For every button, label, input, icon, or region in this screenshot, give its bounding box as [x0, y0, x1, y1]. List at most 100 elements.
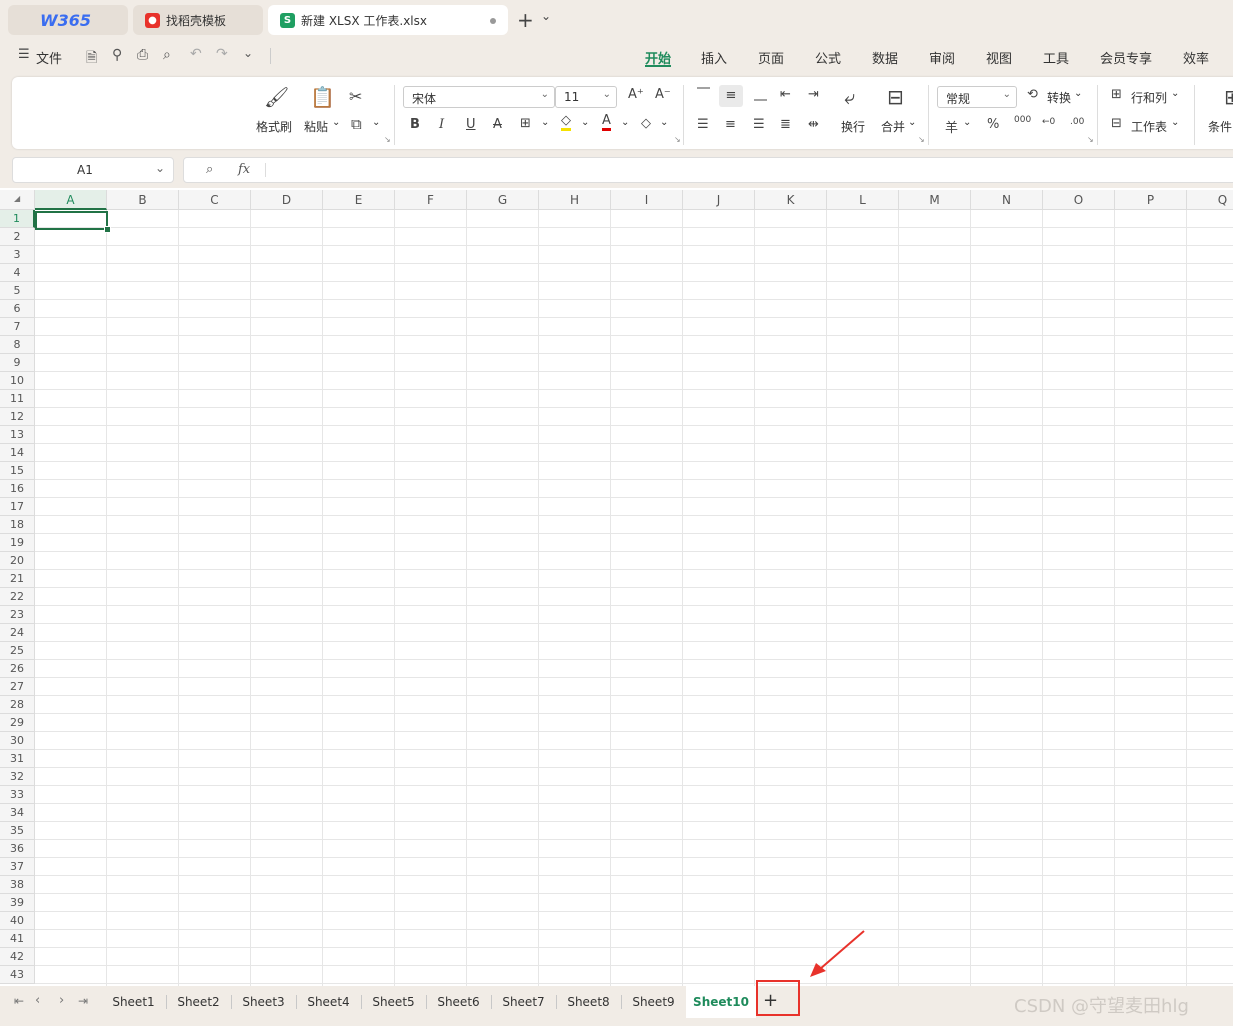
- number-format-select[interactable]: 常规 ⌄: [937, 86, 1017, 108]
- row-header[interactable]: 30: [0, 732, 35, 750]
- worksheet-caret-icon[interactable]: ⌄: [1171, 117, 1179, 128]
- sheet-tab-sheet8[interactable]: Sheet8: [556, 986, 621, 1018]
- column-header[interactable]: G: [467, 190, 539, 210]
- row-header[interactable]: 34: [0, 804, 35, 822]
- sheet-tab-sheet5[interactable]: Sheet5: [361, 986, 426, 1018]
- column-header[interactable]: D: [251, 190, 323, 210]
- clear-caret-icon[interactable]: ⌄: [660, 117, 668, 128]
- row-header[interactable]: 38: [0, 876, 35, 894]
- column-header[interactable]: M: [899, 190, 971, 210]
- column-header[interactable]: J: [683, 190, 755, 210]
- row-header[interactable]: 25: [0, 642, 35, 660]
- decrease-font-button[interactable]: A⁻: [655, 87, 671, 102]
- font-color-icon[interactable]: A: [602, 114, 611, 131]
- formula-input[interactable]: [274, 162, 1233, 178]
- distribute-icon[interactable]: ⇹: [808, 117, 819, 132]
- paste-caret-icon[interactable]: ⌄: [332, 117, 340, 128]
- decrease-indent-icon[interactable]: ⇤: [780, 87, 791, 102]
- align-center-icon[interactable]: ≡: [725, 117, 736, 132]
- row-header[interactable]: 39: [0, 894, 35, 912]
- row-header[interactable]: 17: [0, 498, 35, 516]
- column-header[interactable]: F: [395, 190, 467, 210]
- active-cell-selection[interactable]: [35, 211, 108, 230]
- column-header[interactable]: C: [179, 190, 251, 210]
- rows-cols-icon[interactable]: ⊞: [1111, 87, 1122, 102]
- tab-tools[interactable]: 工具: [1043, 48, 1069, 67]
- row-header[interactable]: 5: [0, 282, 35, 300]
- new-tab-caret-icon[interactable]: ⌄: [541, 9, 551, 23]
- row-header[interactable]: 8: [0, 336, 35, 354]
- row-header[interactable]: 20: [0, 552, 35, 570]
- sheet-tab-sheet6[interactable]: Sheet6: [426, 986, 491, 1018]
- column-header[interactable]: H: [539, 190, 611, 210]
- fill-caret-icon[interactable]: ⌄: [581, 117, 589, 128]
- sheet-tab-sheet10[interactable]: Sheet10: [686, 986, 756, 1018]
- cut-icon[interactable]: ✂: [349, 87, 362, 106]
- print-preview-icon[interactable]: ⌕: [163, 47, 171, 63]
- fx-button[interactable]: fx: [238, 162, 250, 177]
- fill-handle[interactable]: [104, 226, 111, 233]
- row-header[interactable]: 3: [0, 246, 35, 264]
- row-header[interactable]: 18: [0, 516, 35, 534]
- row-header[interactable]: 7: [0, 318, 35, 336]
- tab-page[interactable]: 页面: [758, 48, 784, 67]
- sheet-tab-sheet4[interactable]: Sheet4: [296, 986, 361, 1018]
- thousands-button[interactable]: 000: [1014, 115, 1031, 125]
- sheet-tab-sheet7[interactable]: Sheet7: [491, 986, 556, 1018]
- font-expand-icon[interactable]: ↘: [674, 135, 681, 144]
- row-header[interactable]: 35: [0, 822, 35, 840]
- convert-caret-icon[interactable]: ⌄: [1074, 88, 1082, 99]
- tab-data[interactable]: 数据: [872, 48, 898, 67]
- row-header[interactable]: 16: [0, 480, 35, 498]
- sheet-tab-sheet2[interactable]: Sheet2: [166, 986, 231, 1018]
- row-header[interactable]: 21: [0, 570, 35, 588]
- row-header[interactable]: 19: [0, 534, 35, 552]
- italic-button[interactable]: I: [439, 117, 444, 132]
- row-header[interactable]: 31: [0, 750, 35, 768]
- row-header[interactable]: 6: [0, 300, 35, 318]
- row-header[interactable]: 10: [0, 372, 35, 390]
- currency-button[interactable]: 羊: [945, 117, 958, 136]
- column-header[interactable]: K: [755, 190, 827, 210]
- sheet-tab-sheet1[interactable]: Sheet1: [101, 986, 166, 1018]
- percent-button[interactable]: %: [987, 117, 999, 132]
- align-right-icon[interactable]: ☰: [753, 117, 765, 132]
- last-sheet-icon[interactable]: ⇥: [78, 994, 88, 1008]
- font-name-select[interactable]: 宋体 ⌄: [403, 86, 555, 108]
- font-color-caret-icon[interactable]: ⌄: [621, 117, 629, 128]
- sheet-tab-sheet3[interactable]: Sheet3: [231, 986, 296, 1018]
- brush-icon[interactable]: ⚲: [112, 47, 122, 63]
- tab-insert[interactable]: 插入: [701, 48, 727, 67]
- justify-icon[interactable]: ≣: [780, 117, 791, 132]
- clipboard-expand-icon[interactable]: ↘: [384, 135, 391, 144]
- increase-indent-icon[interactable]: ⇥: [808, 87, 819, 102]
- row-header[interactable]: 24: [0, 624, 35, 642]
- border-caret-icon[interactable]: ⌄: [541, 117, 549, 128]
- select-all-corner[interactable]: ◢: [0, 190, 35, 210]
- merge-cells-label[interactable]: 合并: [881, 118, 905, 135]
- worksheet-icon[interactable]: ⊟: [1111, 116, 1122, 131]
- column-header[interactable]: B: [107, 190, 179, 210]
- conditional-format-icon[interactable]: ⊞: [1224, 85, 1233, 109]
- rows-cols-caret-icon[interactable]: ⌄: [1171, 88, 1179, 99]
- row-header[interactable]: 23: [0, 606, 35, 624]
- row-header[interactable]: 9: [0, 354, 35, 372]
- sheet-tab-sheet9[interactable]: Sheet9: [621, 986, 686, 1018]
- row-header[interactable]: 32: [0, 768, 35, 786]
- tab-member[interactable]: 会员专享: [1100, 48, 1152, 67]
- column-header[interactable]: O: [1043, 190, 1115, 210]
- tab-review[interactable]: 审阅: [929, 48, 955, 67]
- convert-icon[interactable]: ⟲: [1027, 87, 1038, 102]
- name-box[interactable]: A1 ⌄: [12, 157, 174, 183]
- next-sheet-icon[interactable]: ›: [59, 993, 64, 1008]
- strikethrough-button[interactable]: A: [493, 117, 502, 132]
- fill-color-icon[interactable]: ◇: [561, 114, 571, 131]
- row-header[interactable]: 33: [0, 786, 35, 804]
- app-home-tab[interactable]: W365: [8, 5, 128, 35]
- number-expand-icon[interactable]: ↘: [1087, 135, 1094, 144]
- row-header[interactable]: 37: [0, 858, 35, 876]
- paste-icon[interactable]: 📋: [310, 85, 335, 109]
- copy-icon[interactable]: ⧉: [351, 115, 362, 133]
- clear-format-icon[interactable]: ◇: [641, 116, 651, 131]
- align-expand-icon[interactable]: ↘: [918, 135, 925, 144]
